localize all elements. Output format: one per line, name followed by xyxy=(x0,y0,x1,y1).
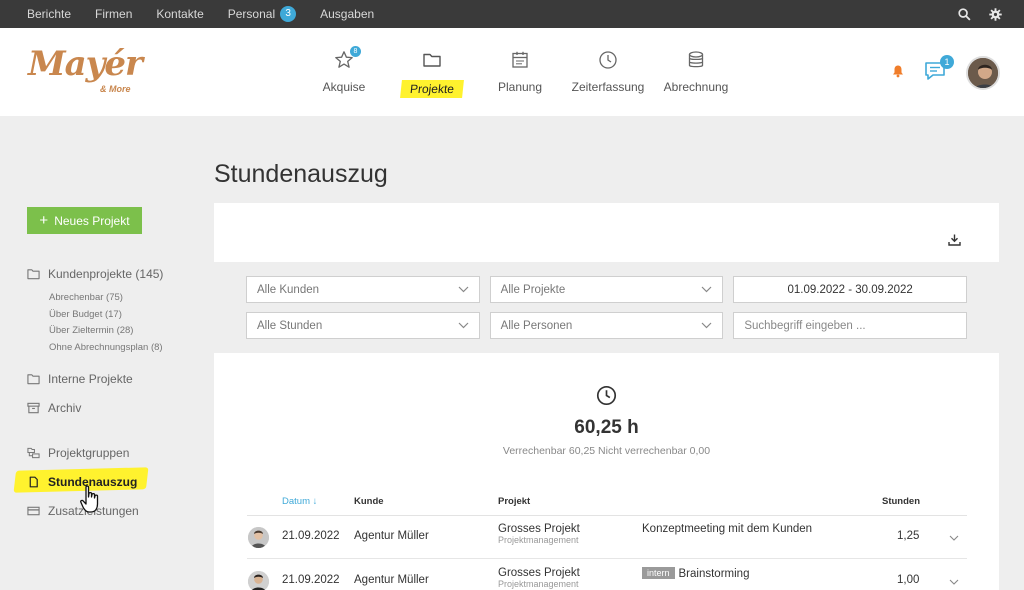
sort-arrow-icon: ↓ xyxy=(312,496,318,507)
customer-select[interactable]: Alle Kunden xyxy=(246,276,480,303)
sidebar-item-archiv[interactable]: Archiv xyxy=(27,400,197,416)
archive-icon xyxy=(27,402,40,414)
app-header: Mayér & More 8 Akquise Projekte Planung xyxy=(0,28,1024,116)
folder-icon xyxy=(423,53,441,67)
sidebar-sub-abrechenbar[interactable]: Abrechenbar (75) xyxy=(49,290,197,307)
mainnav-planung[interactable]: Planung xyxy=(476,28,564,116)
page-title: Stundenauszug xyxy=(214,160,388,188)
calendar-icon xyxy=(512,51,528,68)
brand-logo[interactable]: Mayér & More xyxy=(28,44,148,104)
akquise-badge: 8 xyxy=(350,46,361,57)
new-project-button[interactable]: + Neues Projekt xyxy=(27,207,142,234)
total-hours: 60,25 h xyxy=(574,417,639,438)
date-range-field[interactable]: 01.09.2022 - 30.09.2022 xyxy=(733,276,968,303)
search-field xyxy=(733,312,968,339)
user-avatar[interactable] xyxy=(966,56,1000,90)
document-icon xyxy=(29,476,38,488)
table-row[interactable]: 21.09.2022 Agentur Müller Grosses Projek… xyxy=(247,516,967,559)
sidebar-sub-ohne-abrechnungsplan[interactable]: Ohne Abrechnungsplan (8) xyxy=(49,340,197,357)
mainnav-akquise[interactable]: 8 Akquise xyxy=(300,28,388,116)
sidebar-item-interne-projekte[interactable]: Interne Projekte xyxy=(27,371,197,387)
clock-icon xyxy=(596,385,617,406)
column-projekt[interactable]: Projekt xyxy=(498,496,530,507)
sidebar-sub-ueber-zieltermin[interactable]: Über Zieltermin (28) xyxy=(49,323,197,340)
hand-cursor-icon xyxy=(80,485,99,513)
hours-summary: 60,25 h Verrechenbar 60,25 Nicht verrech… xyxy=(214,385,999,457)
intern-badge: intern xyxy=(642,567,675,579)
mainnav-projekte[interactable]: Projekte xyxy=(388,28,476,116)
column-kunde[interactable]: Kunde xyxy=(354,496,384,507)
clock-icon xyxy=(599,51,617,69)
filter-area: Alle Kunden Alle Projekte 01.09.2022 - 3… xyxy=(246,276,968,348)
database-icon xyxy=(688,51,704,68)
results-panel: 60,25 h Verrechenbar 60,25 Nicht verrech… xyxy=(214,353,999,590)
folder-icon xyxy=(27,269,40,280)
column-datum[interactable]: Datum ↓ xyxy=(282,496,317,507)
table-header: Datum ↓ Kunde Projekt Stunden xyxy=(247,494,967,516)
personal-badge: 3 xyxy=(280,6,297,22)
top-bar: Berichte Firmen Kontakte Personal 3 Ausga… xyxy=(0,0,1024,28)
chevron-down-icon xyxy=(458,322,469,329)
mainnav-zeiterfassung[interactable]: Zeiterfassung xyxy=(564,28,652,116)
table-row[interactable]: 21.09.2022 Agentur Müller Grosses Projek… xyxy=(247,560,967,590)
sidebar-item-stundenauszug[interactable]: Stundenauszug xyxy=(27,474,197,490)
sidebar-sub-ueber-budget[interactable]: Über Budget (17) xyxy=(49,307,197,324)
toolbar-panel xyxy=(214,203,999,262)
top-nav: Berichte Firmen Kontakte Personal 3 Ausga… xyxy=(0,6,398,22)
card-icon xyxy=(27,506,40,516)
folder-tree-icon xyxy=(27,447,40,459)
topnav-ausgaben[interactable]: Ausgaben xyxy=(320,7,374,21)
chat-badge: 1 xyxy=(940,54,954,69)
brand-tagline: & More xyxy=(100,84,131,94)
hours-select[interactable]: Alle Stunden xyxy=(246,312,480,339)
gear-icon[interactable] xyxy=(989,7,1002,21)
bell-icon[interactable] xyxy=(892,64,904,83)
chevron-down-icon[interactable] xyxy=(949,532,959,544)
folder-icon xyxy=(27,374,40,385)
sidebar-item-projektgruppen[interactable]: Projektgruppen xyxy=(27,445,197,461)
chevron-down-icon xyxy=(458,286,469,293)
download-icon[interactable] xyxy=(948,233,961,251)
topnav-firmen[interactable]: Firmen xyxy=(95,7,132,21)
topnav-personal[interactable]: Personal 3 xyxy=(228,6,297,22)
row-avatar xyxy=(248,571,269,590)
chevron-down-icon[interactable] xyxy=(949,576,959,588)
row-avatar xyxy=(248,527,269,548)
project-select[interactable]: Alle Projekte xyxy=(489,276,724,303)
chevron-down-icon xyxy=(701,322,712,329)
brand-name: Mayér xyxy=(28,44,143,84)
search-input[interactable] xyxy=(744,319,957,332)
search-icon[interactable] xyxy=(958,7,971,21)
sidebar-item-kundenprojekte[interactable]: Kundenprojekte (145) xyxy=(27,266,197,282)
main-nav: 8 Akquise Projekte Planung Zeiterfassung xyxy=(300,28,740,116)
sidebar: Kundenprojekte (145) Abrechenbar (75) Üb… xyxy=(13,266,197,519)
chevron-down-icon xyxy=(701,286,712,293)
person-select[interactable]: Alle Personen xyxy=(489,312,724,339)
mainnav-abrechnung[interactable]: Abrechnung xyxy=(652,28,740,116)
topnav-kontakte[interactable]: Kontakte xyxy=(156,7,203,21)
plus-icon: + xyxy=(39,212,49,229)
billable-breakdown: Verrechenbar 60,25 Nicht verrechenbar 0,… xyxy=(502,445,711,457)
messages-button[interactable]: 1 xyxy=(924,54,954,86)
sidebar-item-zusatzleistungen[interactable]: Zusatzleistungen xyxy=(27,503,197,519)
column-stunden[interactable]: Stunden xyxy=(882,496,920,507)
topnav-berichte[interactable]: Berichte xyxy=(27,7,71,21)
